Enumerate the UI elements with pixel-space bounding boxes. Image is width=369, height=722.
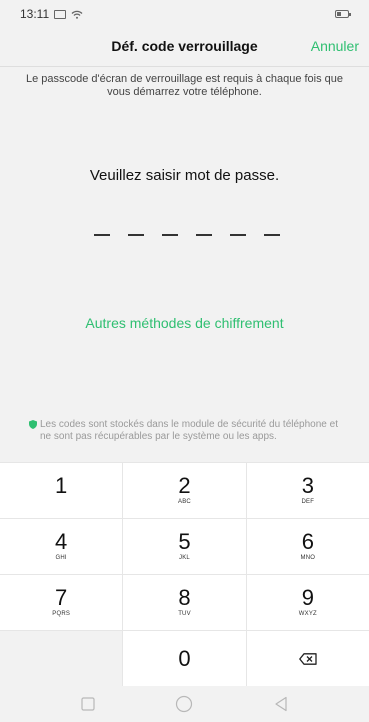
back-button[interactable] bbox=[266, 689, 296, 719]
passcode-prompt: Veuillez saisir mot de passe. bbox=[89, 167, 280, 184]
cancel-button[interactable]: Annuler bbox=[311, 38, 359, 54]
system-navigation-bar bbox=[0, 686, 369, 722]
passcode-field[interactable] bbox=[94, 234, 280, 236]
key-digit: 5 bbox=[178, 529, 191, 554]
battery-icon bbox=[335, 10, 351, 18]
header: Déf. code verrouillage Annuler bbox=[0, 28, 369, 66]
key-0[interactable]: 0 bbox=[122, 631, 245, 686]
security-note: Les codes sont stockés dans le module de… bbox=[29, 419, 345, 443]
key-digit: 9 bbox=[301, 585, 314, 610]
keypad-row: 7 PQRS 8 TUV 9 WXYZ bbox=[0, 574, 369, 630]
key-letters: PQRS bbox=[52, 611, 71, 617]
key-letters: GHI bbox=[55, 555, 67, 561]
square-recents-icon bbox=[81, 697, 95, 711]
passcode-digit-slot bbox=[196, 234, 212, 236]
keypad-row: 0 bbox=[0, 630, 369, 686]
key-blank bbox=[0, 631, 123, 686]
delete-key[interactable] bbox=[245, 631, 369, 686]
backspace-icon bbox=[298, 652, 317, 665]
recents-button[interactable] bbox=[73, 689, 103, 719]
key-8[interactable]: 8 TUV bbox=[122, 575, 245, 630]
key-digit: 8 bbox=[178, 585, 191, 610]
shield-icon bbox=[29, 420, 37, 429]
home-button[interactable] bbox=[169, 689, 199, 719]
passcode-panel: Le passcode d'écran de verrouillage est … bbox=[0, 67, 369, 462]
security-note-text: Les codes sont stockés dans le module de… bbox=[40, 419, 338, 442]
key-letters: ABC bbox=[178, 499, 191, 505]
wifi-icon bbox=[71, 10, 83, 19]
key-4[interactable]: 4 GHI bbox=[0, 519, 122, 574]
status-bar: 13:11 bbox=[0, 0, 369, 28]
keypad-row: 1 2 ABC 3 DEF bbox=[0, 462, 369, 518]
key-letters: WXYZ bbox=[298, 611, 317, 617]
numeric-keypad: 1 2 ABC 3 DEF 4 GHI 5 JKL 6 MNO 7 PQRS 8 TUV 9W… bbox=[0, 462, 369, 686]
key-digit: 4 bbox=[55, 529, 68, 554]
key-digit: 3 bbox=[301, 473, 314, 498]
other-encryption-methods-link[interactable]: Autres méthodes de chiffrement bbox=[0, 315, 369, 331]
key-7[interactable]: 7 PQRS bbox=[0, 575, 122, 630]
passcode-digit-slot bbox=[94, 234, 110, 236]
passcode-digit-slot bbox=[230, 234, 246, 236]
key-letters: DEF bbox=[301, 499, 315, 505]
key-digit: 0 bbox=[178, 645, 191, 671]
key-letters: MNO bbox=[300, 555, 316, 561]
message-icon bbox=[54, 9, 67, 19]
keypad-row: 4 GHI 5 JKL 6 MNO bbox=[0, 518, 369, 574]
key-2[interactable]: 2 ABC bbox=[122, 463, 245, 518]
passcode-digit-slot bbox=[264, 234, 280, 236]
status-time: 13:11 bbox=[20, 7, 50, 21]
key-digit: 2 bbox=[178, 473, 191, 498]
key-digit: 1 bbox=[55, 473, 68, 498]
key-letters: JKL bbox=[179, 555, 190, 561]
passcode-digit-slot bbox=[162, 234, 178, 236]
key-6[interactable]: 6 MNO bbox=[245, 519, 369, 574]
key-1[interactable]: 1 bbox=[0, 463, 122, 518]
key-letters: TUV bbox=[178, 611, 191, 617]
circle-home-icon bbox=[176, 695, 193, 713]
key-3[interactable]: 3 DEF bbox=[245, 463, 369, 518]
triangle-back-icon bbox=[275, 696, 287, 712]
key-5[interactable]: 5 JKL bbox=[122, 519, 245, 574]
key-9[interactable]: 9 WXYZ bbox=[245, 575, 369, 630]
info-text: Le passcode d'écran de verrouillage est … bbox=[25, 73, 344, 98]
key-digit: 7 bbox=[55, 585, 68, 610]
passcode-digit-slot bbox=[128, 234, 144, 236]
key-digit: 6 bbox=[301, 529, 314, 554]
